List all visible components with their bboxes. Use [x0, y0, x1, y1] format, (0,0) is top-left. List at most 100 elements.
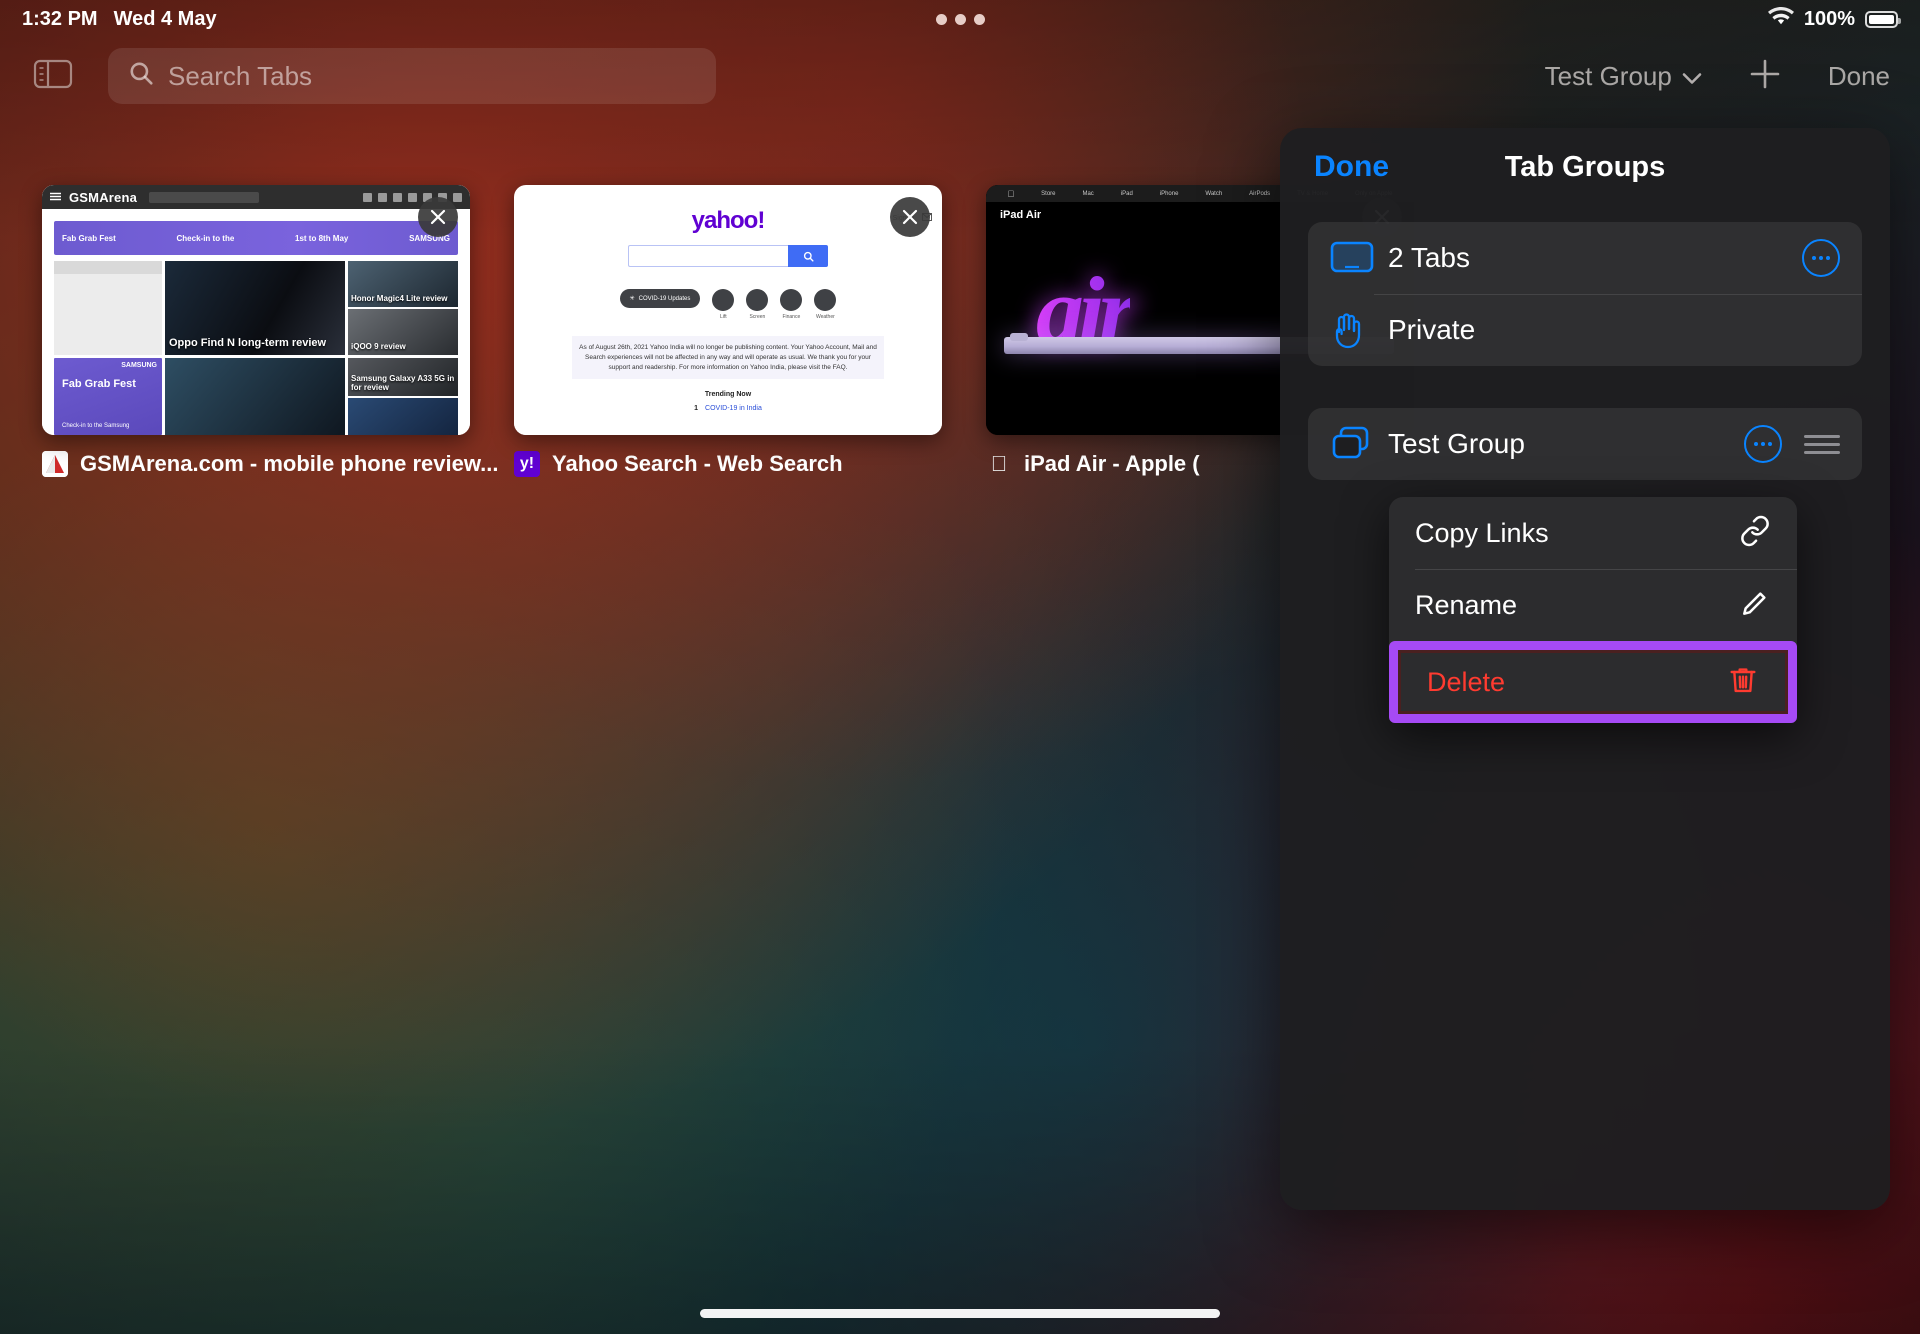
tab-thumbnail-yahoo[interactable]: Sign in yahoo! ✳ COVID-19 Updates	[514, 185, 942, 435]
pencil-icon	[1739, 587, 1771, 624]
display-icon	[1330, 240, 1378, 276]
panel-done-button[interactable]: Done	[1314, 150, 1389, 184]
yahoo-notice: As of August 26th, 2021 Yahoo India will…	[572, 336, 884, 380]
nav-item[interactable]: Store	[1041, 191, 1055, 197]
yahoo-shortcut[interactable]: Lift	[712, 289, 735, 320]
hand-raised-icon	[1330, 310, 1378, 350]
delete-highlight-box: Delete	[1389, 641, 1797, 723]
article-caption: Oppo Find N long-term review	[169, 337, 327, 350]
tab-group-item-2-tabs[interactable]: 2 Tabs	[1308, 222, 1862, 294]
tab-group-menu-label: Test Group	[1544, 60, 1672, 91]
banner-line1: Check-in to the	[176, 233, 235, 243]
brand-cell	[134, 324, 159, 332]
brand-cell	[82, 277, 108, 284]
chevron-down-icon	[1682, 61, 1702, 92]
close-icon[interactable]	[418, 197, 458, 237]
tab-label: GSMArena.com - mobile phone review...	[42, 451, 499, 477]
yahoo-shortcut[interactable]: Screen	[746, 289, 769, 320]
context-menu-item-delete[interactable]: Delete	[1398, 650, 1788, 714]
yahoo-search-button[interactable]	[788, 245, 828, 267]
gsmarena-second-row: SAMSUNG Fab Grab Fest Check-in to the Sa…	[42, 355, 470, 435]
context-menu-label: Rename	[1415, 589, 1518, 620]
banner-line1: Check-in to the Samsung	[62, 423, 130, 429]
pen-icon	[712, 289, 735, 311]
tab-group-icon	[1330, 425, 1378, 463]
done-button[interactable]: Done	[1828, 61, 1890, 92]
phone-finder-brand-grid	[54, 274, 162, 355]
brand-cell	[57, 343, 82, 351]
ellipsis-circle-icon[interactable]	[1802, 239, 1840, 277]
brand-cell	[134, 286, 159, 294]
banner-title: Fab Grab Fest	[62, 233, 116, 243]
trending-rank: 1	[694, 405, 699, 413]
tab-group-label: Private	[1388, 314, 1476, 345]
close-icon[interactable]	[890, 197, 930, 237]
tab-item[interactable]: GSMArena Fab Grab Fest Check-in to the 1…	[42, 185, 499, 485]
ellipsis-circle-icon[interactable]	[1744, 425, 1782, 463]
nav-item[interactable]: Watch	[1205, 191, 1222, 197]
nav-item[interactable]: iPad	[1121, 191, 1133, 197]
shortcut-label: Weather	[815, 314, 835, 320]
gsmarena-ad-banner: Fab Grab Fest Check-in to the 1st to 8th…	[54, 221, 458, 255]
context-menu-item-rename[interactable]: Rename	[1389, 569, 1797, 641]
gsmarena-bottom-banner: SAMSUNG Fab Grab Fest Check-in to the Sa…	[54, 358, 162, 435]
search-placeholder: Search Tabs	[168, 60, 313, 91]
trash-icon	[1727, 664, 1759, 701]
panel-header: Done Tab Groups	[1280, 128, 1890, 206]
status-bar: 1:32 PM Wed 4 May 100%	[0, 0, 1920, 38]
ad-label	[42, 209, 470, 219]
brand-cell	[108, 343, 134, 351]
battery-percent-label: 100%	[1803, 7, 1855, 30]
tab-label: y! Yahoo Search - Web Search	[514, 451, 942, 477]
link-icon	[1739, 515, 1771, 552]
tab-title: GSMArena.com - mobile phone review...	[80, 451, 499, 476]
sidebar-toggle-icon[interactable]	[33, 58, 73, 95]
yahoo-shortcut-covid[interactable]: ✳ COVID-19 Updates	[619, 289, 701, 308]
context-menu-item-copy-links[interactable]: Copy Links	[1389, 497, 1797, 569]
trending-item[interactable]: 1 COVID-19 in India	[514, 405, 942, 412]
nav-item[interactable]: Mac	[1082, 191, 1093, 197]
tab-group-context-menu: Copy Links Rename Delete	[1389, 497, 1797, 723]
tab-item[interactable]: Sign in yahoo! ✳ COVID-19 Updates	[514, 185, 942, 485]
status-bar-left: 1:32 PM Wed 4 May	[0, 8, 217, 31]
yahoo-shortcut[interactable]: Weather	[814, 289, 837, 320]
banner-dates: 1st to 8th May	[295, 233, 349, 243]
brand-cell	[57, 315, 82, 322]
shortcut-label: COVID-19 Updates	[638, 295, 691, 302]
brand-cell	[57, 277, 82, 284]
chart-icon	[780, 289, 803, 311]
status-time: 1:32 PM	[22, 7, 98, 30]
search-input[interactable]: Search Tabs	[108, 48, 716, 104]
nav-item[interactable]: iPhone	[1160, 191, 1179, 197]
tab-group-item-private[interactable]: Private	[1308, 294, 1862, 366]
nav-item[interactable]: AirPods	[1249, 191, 1270, 197]
trending-title: Trending Now	[704, 391, 752, 399]
gsmarena-article: Honor Magic4 Lite review	[348, 261, 458, 307]
brand-cell	[57, 296, 82, 303]
tab-group-label: 2 Tabs	[1388, 242, 1470, 273]
tab-thumbnail-gsmarena[interactable]: GSMArena Fab Grab Fest Check-in to the 1…	[42, 185, 470, 435]
gsmarena-logo: GSMArena	[69, 189, 138, 205]
yahoo-favicon: y!	[514, 451, 540, 477]
tab-group-item-test-group[interactable]: Test Group	[1308, 408, 1862, 480]
product-title: iPad Air	[1000, 209, 1042, 221]
trending-text: COVID-19 in India	[705, 405, 762, 413]
brand-cell	[108, 324, 134, 332]
brand-cell	[134, 343, 159, 351]
tab-title: iPad Air - Apple (	[1024, 451, 1200, 476]
gsmarena-article: Samsung Galaxy A33 5G in for review	[348, 358, 458, 396]
yahoo-search-input[interactable]	[628, 245, 788, 267]
banner-brand: SAMSUNG	[121, 362, 157, 369]
sun-icon	[814, 289, 837, 311]
banner-title: Fab Grab Fest	[62, 378, 136, 390]
shortcut-label: Lift	[720, 314, 727, 320]
new-tab-button[interactable]	[1746, 55, 1784, 98]
context-menu-label: Copy Links	[1415, 517, 1549, 548]
yahoo-search-row	[514, 245, 942, 267]
gsmarena-article-column: Honor Magic4 Lite review iQOO 9 review	[348, 261, 458, 355]
brand-cell	[57, 305, 82, 313]
drag-handle-icon[interactable]	[1804, 434, 1840, 454]
brand-cell	[57, 334, 82, 341]
yahoo-shortcut[interactable]: Finance	[780, 289, 803, 320]
tab-group-menu-button[interactable]: Test Group	[1545, 61, 1702, 92]
